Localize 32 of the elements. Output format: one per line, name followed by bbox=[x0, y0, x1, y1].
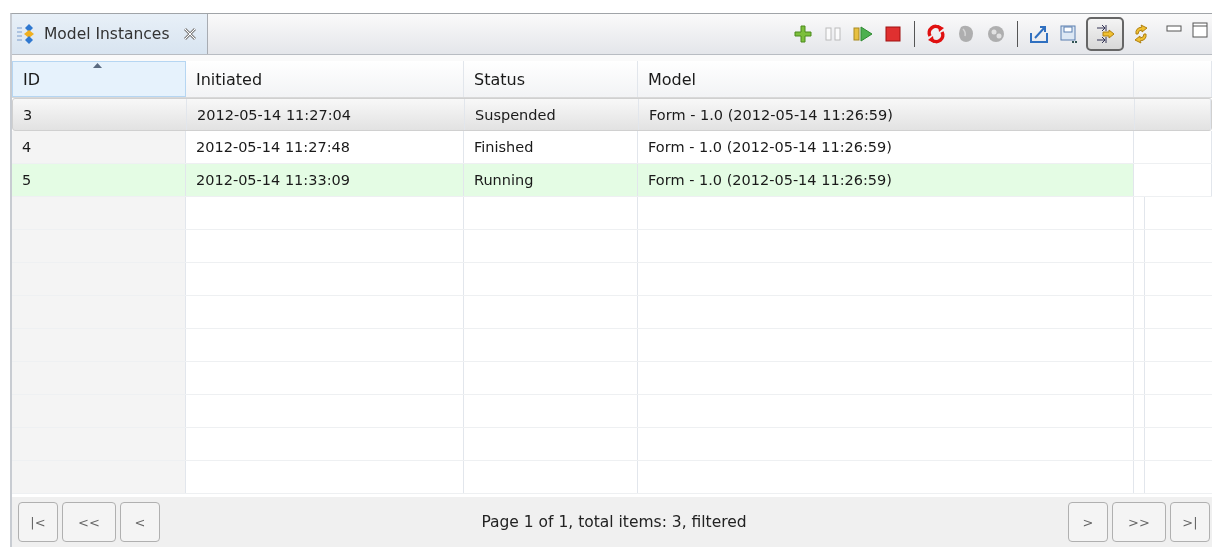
maximize-icon[interactable] bbox=[1192, 22, 1208, 38]
table-cell: Form - 1.0 (2012-05-14 11:26:59) bbox=[638, 164, 1134, 196]
column-header[interactable]: Initiated bbox=[186, 61, 464, 97]
page-button[interactable]: >| bbox=[1170, 502, 1210, 542]
table-cell: Running bbox=[464, 164, 638, 196]
table-row[interactable]: 5 2012-05-14 11:33:09 Running Form - 1.0 (2012-05-14 11:26:59) bbox=[12, 164, 1212, 197]
table-row[interactable]: 3 2012-05-14 11:27:04 Suspended Form - 1.0 (2012-05-14 11:26:59) bbox=[12, 98, 1212, 131]
merge-icon bbox=[1095, 24, 1115, 44]
table-cell: Form - 1.0 (2012-05-14 11:26:59) bbox=[638, 131, 1134, 163]
column-header[interactable]: ID bbox=[12, 61, 186, 97]
table-cell: 5 bbox=[12, 164, 186, 196]
sort-arrow-icon bbox=[93, 63, 102, 68]
column-header[interactable]: Status bbox=[464, 61, 638, 97]
table-cell: Form - 1.0 (2012-05-14 11:26:59) bbox=[639, 99, 1135, 130]
page-button[interactable]: << bbox=[62, 502, 116, 542]
table-cell: Finished bbox=[464, 131, 638, 163]
table-cell: 4 bbox=[12, 131, 186, 163]
column-header[interactable]: Model bbox=[638, 61, 1134, 97]
table-cell: 2012-05-14 11:27:04 bbox=[187, 99, 465, 130]
page-button[interactable]: > bbox=[1068, 502, 1108, 542]
table-cell: 2012-05-14 11:27:48 bbox=[186, 131, 464, 163]
minimize-icon[interactable] bbox=[1166, 25, 1182, 35]
table-cell: 3 bbox=[13, 99, 187, 130]
view-tab[interactable]: Model Instances bbox=[12, 14, 209, 54]
page-status: Page 1 of 1, total items: 3, filtered bbox=[481, 513, 747, 531]
table-cell: 2012-05-14 11:33:09 bbox=[186, 164, 464, 196]
page-button[interactable]: >> bbox=[1112, 502, 1166, 542]
close-icon[interactable] bbox=[183, 27, 198, 41]
table-cell: Suspended bbox=[465, 99, 639, 130]
page-button[interactable]: |< bbox=[18, 502, 58, 542]
page-button[interactable]: < bbox=[120, 502, 160, 542]
toggle-button[interactable] bbox=[1086, 17, 1124, 51]
